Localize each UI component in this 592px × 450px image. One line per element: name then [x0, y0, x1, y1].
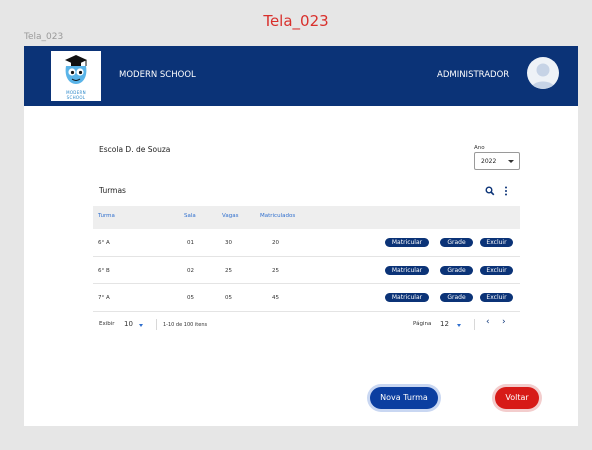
cell-vagas: 30 — [225, 240, 232, 246]
page-select[interactable]: 12 — [440, 320, 449, 328]
chevron-down-icon[interactable] — [139, 324, 143, 327]
table-header: Turma Sala Vagas Matriculados — [93, 206, 520, 229]
app-frame: MODERN SCHOOL MODERN SCHOOL ADMINISTRADO… — [24, 46, 578, 426]
divider — [156, 319, 157, 330]
divider — [474, 319, 475, 330]
column-header-vagas: Vagas — [222, 213, 239, 219]
grade-button[interactable]: Grade — [440, 293, 473, 302]
user-avatar-icon — [531, 63, 555, 89]
table-row: 7° A 05 05 45 Matricular Grade Excluir — [93, 284, 520, 312]
back-button[interactable]: Voltar — [495, 387, 539, 409]
page-size-label: Exibir — [99, 321, 115, 327]
classes-table: Turma Sala Vagas Matriculados 6° A 01 30… — [93, 206, 520, 312]
new-class-button[interactable]: Nova Turma — [370, 387, 438, 409]
school-name: Escola D. de Souza — [99, 145, 171, 154]
year-value: 2022 — [481, 158, 497, 165]
cell-vagas: 05 — [225, 295, 232, 301]
cell-vagas: 25 — [225, 267, 232, 274]
column-header-matriculados: Matriculados — [260, 213, 296, 219]
cell-matriculados: 25 — [272, 267, 279, 274]
delete-button[interactable]: Excluir — [480, 238, 513, 247]
user-role-label[interactable]: ADMINISTRADOR — [437, 70, 509, 80]
delete-button[interactable]: Excluir — [480, 293, 513, 302]
more-vertical-icon[interactable] — [503, 186, 509, 196]
logo-text: MODERN SCHOOL — [66, 90, 86, 100]
cell-sala: 05 — [187, 295, 194, 301]
cell-turma: 7° A — [98, 295, 110, 301]
school-logo[interactable]: MODERN SCHOOL — [51, 51, 101, 101]
cell-sala: 01 — [187, 240, 194, 246]
page-size-select[interactable]: 10 — [124, 320, 133, 328]
top-header: MODERN SCHOOL MODERN SCHOOL ADMINISTRADO… — [24, 46, 578, 106]
table-row: 6° A 01 30 20 Matricular Grade Excluir — [93, 229, 520, 257]
search-icon[interactable] — [485, 186, 495, 196]
grade-button[interactable]: Grade — [440, 265, 473, 275]
column-header-sala: Sala — [184, 213, 196, 219]
enroll-button[interactable]: Matricular — [385, 265, 429, 275]
cell-turma: 6° A — [98, 240, 110, 246]
cell-matriculados: 20 — [272, 240, 279, 246]
cell-turma: 6° B — [98, 267, 110, 274]
grade-button[interactable]: Grade — [440, 238, 473, 247]
logo-mascot-icon — [65, 55, 87, 84]
pagination-bar: Exibir 10 1-10 de 100 itens Página 12 ‹ … — [93, 317, 520, 332]
cell-matriculados: 45 — [272, 295, 279, 301]
app-name: MODERN SCHOOL — [119, 70, 196, 80]
chevron-right-icon[interactable]: › — [502, 317, 506, 327]
cell-sala: 02 — [187, 267, 194, 274]
enroll-button[interactable]: Matricular — [385, 293, 429, 302]
avatar[interactable] — [527, 57, 559, 89]
year-select[interactable]: 2022 — [474, 152, 520, 170]
enroll-button[interactable]: Matricular — [385, 238, 429, 247]
chevron-left-icon[interactable]: ‹ — [486, 317, 490, 327]
table-row: 6° B 02 25 25 Matricular Grade Excluir — [93, 257, 520, 284]
items-range: 1-10 de 100 itens — [163, 321, 208, 328]
frame-label: Tela_023 — [24, 32, 64, 42]
section-title: Turmas — [99, 186, 126, 195]
delete-button[interactable]: Excluir — [480, 265, 513, 275]
chevron-down-icon — [508, 160, 514, 163]
chevron-down-icon[interactable] — [457, 324, 461, 327]
column-header-turma: Turma — [98, 213, 115, 219]
year-label: Ano — [474, 145, 485, 151]
screen-title: Tela_023 — [263, 12, 329, 30]
page-label: Página — [413, 321, 432, 327]
